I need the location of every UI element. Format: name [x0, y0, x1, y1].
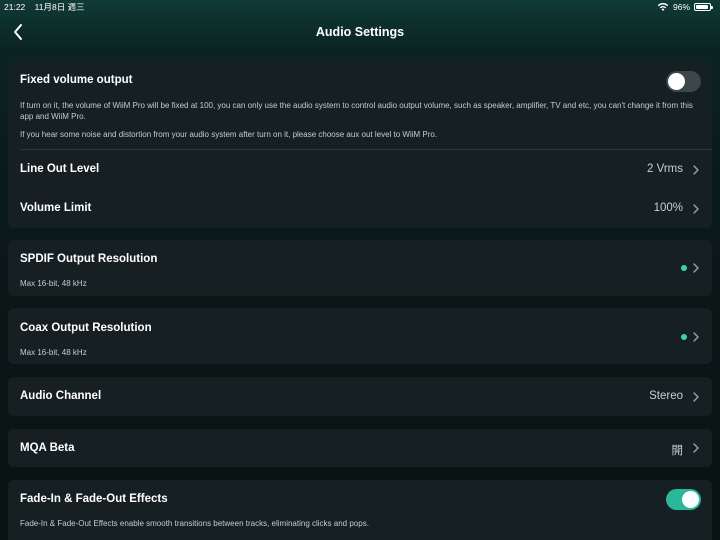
fixed-volume-label: Fixed volume output — [20, 74, 133, 86]
indicator-dot — [681, 265, 687, 271]
toggle-knob — [682, 491, 699, 508]
indicator-dot — [681, 334, 687, 340]
chevron-right-icon — [693, 204, 699, 214]
fade-effects-toggle[interactable] — [666, 489, 701, 510]
spdif-resolution-text: Max 16-bit, 48 kHz — [20, 279, 87, 288]
line-out-level-value: 2 Vrms — [647, 163, 683, 175]
output-settings-card: Fixed volume output If turn on it, the v… — [8, 62, 712, 228]
status-bar: 21:22 11月8日 週三 96% — [0, 0, 720, 14]
chevron-right-icon — [693, 332, 699, 342]
audio-channel-card[interactable]: Audio Channel Stereo — [8, 377, 712, 416]
mqa-card[interactable]: MQA Beta 開 — [8, 429, 712, 467]
volume-limit-row[interactable]: Volume Limit 100% — [8, 189, 712, 228]
coax-card[interactable]: Coax Output Resolution Max 16-bit, 48 kH… — [8, 308, 712, 364]
coax-label: Coax Output Resolution — [20, 322, 152, 334]
audio-channel-label: Audio Channel — [20, 390, 102, 402]
battery-icon — [694, 3, 713, 11]
fixed-volume-note: If you hear some noise and distortion fr… — [20, 130, 438, 139]
fade-effects-label: Fade-In & Fade-Out Effects — [20, 493, 168, 505]
battery-fill — [696, 5, 709, 9]
line-out-level-row[interactable]: Line Out Level 2 Vrms — [8, 150, 712, 189]
mqa-value: 開 — [671, 445, 684, 457]
toggle-knob — [668, 73, 685, 90]
volume-limit-value: 100% — [653, 202, 683, 214]
audio-channel-value: Stereo — [649, 390, 683, 402]
status-right: 96% — [657, 0, 714, 14]
nav-bar: Audio Settings — [0, 20, 720, 44]
chevron-right-icon — [693, 165, 699, 175]
spdif-card[interactable]: SPDIF Output Resolution Max 16-bit, 48 k… — [8, 240, 712, 296]
fixed-volume-toggle[interactable] — [666, 71, 701, 92]
fixed-volume-row: Fixed volume output If turn on it, the v… — [8, 62, 712, 150]
status-date: 11月8日 週三 — [34, 2, 85, 12]
coax-resolution-text: Max 16-bit, 48 kHz — [20, 348, 87, 357]
page-title: Audio Settings — [315, 25, 405, 39]
fade-effects-card: Fade-In & Fade-Out Effects Fade-In & Fad… — [8, 480, 712, 540]
chevron-right-icon — [693, 263, 699, 273]
status-left: 21:22 11月8日 週三 — [4, 0, 92, 14]
fade-effects-description: Fade-In & Fade-Out Effects enable smooth… — [20, 519, 369, 528]
status-time: 21:22 — [4, 2, 26, 12]
chevron-right-icon — [693, 443, 699, 453]
battery-percentage: 96% — [672, 2, 690, 12]
chevron-right-icon — [693, 392, 699, 402]
volume-limit-label: Volume Limit — [20, 202, 92, 214]
fixed-volume-description: If turn on it, the volume of WiiM Pro wi… — [20, 101, 693, 121]
line-out-level-label: Line Out Level — [20, 163, 100, 175]
wifi-icon — [657, 3, 669, 11]
mqa-label: MQA Beta — [20, 442, 75, 454]
spdif-label: SPDIF Output Resolution — [20, 253, 158, 265]
